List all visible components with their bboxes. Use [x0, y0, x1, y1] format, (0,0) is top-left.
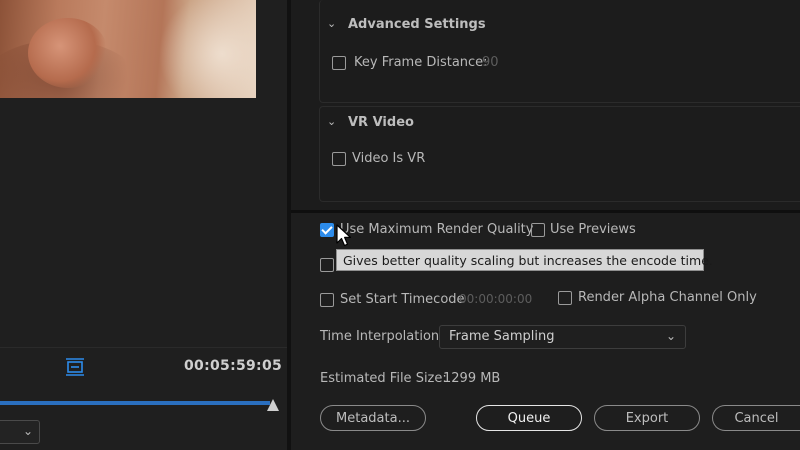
timeline-track[interactable] — [0, 401, 270, 405]
estimated-file-size-value: 1299 MB — [443, 371, 501, 386]
source-range-dropdown[interactable]: ⌄ — [0, 420, 40, 444]
render-alpha-checkbox[interactable] — [558, 291, 572, 305]
time-interpolation-dropdown[interactable]: Frame Sampling ⌄ — [439, 325, 686, 349]
key-frame-distance-label: Key Frame Distance: — [354, 55, 488, 70]
use-previews-checkbox[interactable] — [531, 223, 545, 237]
chevron-down-icon[interactable]: ⌄ — [327, 115, 336, 128]
time-interpolation-label: Time Interpolation: — [320, 329, 444, 344]
estimated-file-size-label: Estimated File Size: — [320, 371, 447, 386]
quality-tooltip: Gives better quality scaling but increas… — [336, 249, 713, 271]
chevron-down-icon: ⌄ — [665, 329, 676, 343]
render-alpha-label: Render Alpha Channel Only — [578, 290, 757, 305]
metadata-button[interactable]: Metadata... — [320, 405, 426, 431]
key-frame-distance-checkbox[interactable] — [332, 56, 346, 70]
import-into-project-checkbox[interactable] — [320, 258, 334, 272]
vr-video-title[interactable]: VR Video — [348, 115, 414, 130]
chevron-down-icon[interactable]: ⌄ — [327, 17, 336, 30]
key-frame-distance-value[interactable]: 90 — [482, 55, 499, 70]
max-render-quality-checkbox[interactable] — [320, 223, 334, 237]
start-timecode-value[interactable]: 00:00:00:00 — [459, 292, 532, 306]
advanced-settings-section — [319, 0, 800, 103]
video-is-vr-label: Video Is VR — [352, 151, 426, 166]
advanced-settings-title[interactable]: Advanced Settings — [348, 17, 486, 32]
time-interpolation-value: Frame Sampling — [449, 329, 555, 344]
use-previews-label: Use Previews — [550, 222, 636, 237]
cancel-button[interactable]: Cancel — [712, 405, 800, 431]
playhead-handle[interactable] — [267, 399, 279, 411]
chevron-down-icon: ⌄ — [22, 424, 33, 438]
max-render-quality-label: Use Maximum Render Quality — [340, 222, 534, 237]
queue-button[interactable]: Queue — [476, 405, 582, 431]
source-timecode: 00:05:59:05 — [184, 358, 283, 374]
source-panel: 00:05:59:05 ⌄ — [0, 0, 287, 450]
video-is-vr-checkbox[interactable] — [332, 152, 346, 166]
video-preview — [0, 0, 256, 98]
mouse-cursor-icon — [336, 224, 352, 247]
export-button[interactable]: Export — [594, 405, 700, 431]
fit-frame-icon[interactable] — [64, 357, 86, 377]
set-start-timecode-checkbox[interactable] — [320, 293, 334, 307]
set-start-timecode-label: Set Start Timecode — [340, 292, 465, 307]
